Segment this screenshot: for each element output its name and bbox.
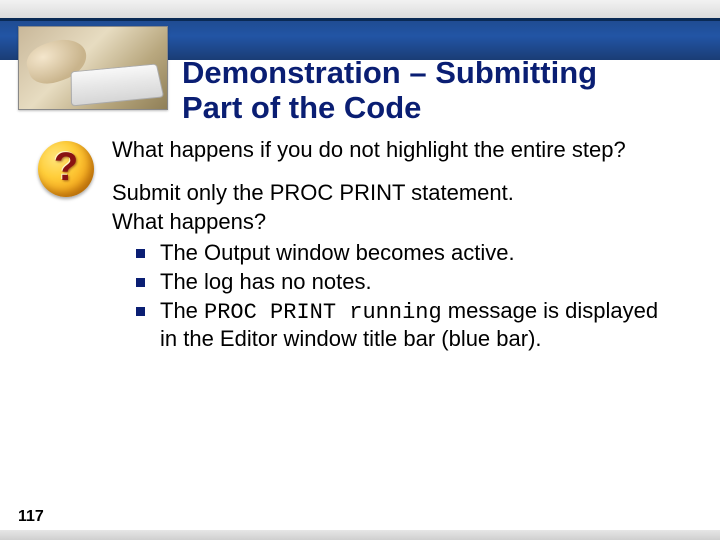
body-row: ? What happens if you do not highlight t… [0, 131, 720, 355]
content-block: What happens if you do not highlight the… [96, 137, 676, 355]
title-line-2: Part of the Code [182, 90, 421, 125]
slide-title: Demonstration – Submitting Part of the C… [168, 26, 597, 125]
list-item: The PROC PRINT running message is displa… [136, 298, 676, 354]
list-item: The log has no notes. [136, 269, 676, 296]
bullet-text-pre: The [160, 298, 204, 323]
bullet-code: PROC PRINT running [204, 300, 442, 325]
bullet-text: The log has no notes. [160, 269, 372, 294]
bullet-text: The Output window becomes active. [160, 240, 515, 265]
header-row: Demonstration – Submitting Part of the C… [0, 26, 720, 131]
bullet-list: The Output window becomes active. The lo… [112, 240, 676, 353]
list-item: The Output window becomes active. [136, 240, 676, 267]
lead-question: What happens if you do not highlight the… [112, 137, 676, 164]
instruction-line: Submit only the PROC PRINT statement. [112, 180, 676, 207]
keyboard-photo-thumbnail [18, 26, 168, 110]
footer-band [0, 530, 720, 540]
slide-number: 117 [18, 508, 44, 526]
followup-question: What happens? [112, 209, 676, 236]
question-mark-icon: ? [36, 139, 96, 199]
question-glyph: ? [36, 139, 96, 199]
title-line-1: Demonstration – Submitting [182, 55, 597, 90]
